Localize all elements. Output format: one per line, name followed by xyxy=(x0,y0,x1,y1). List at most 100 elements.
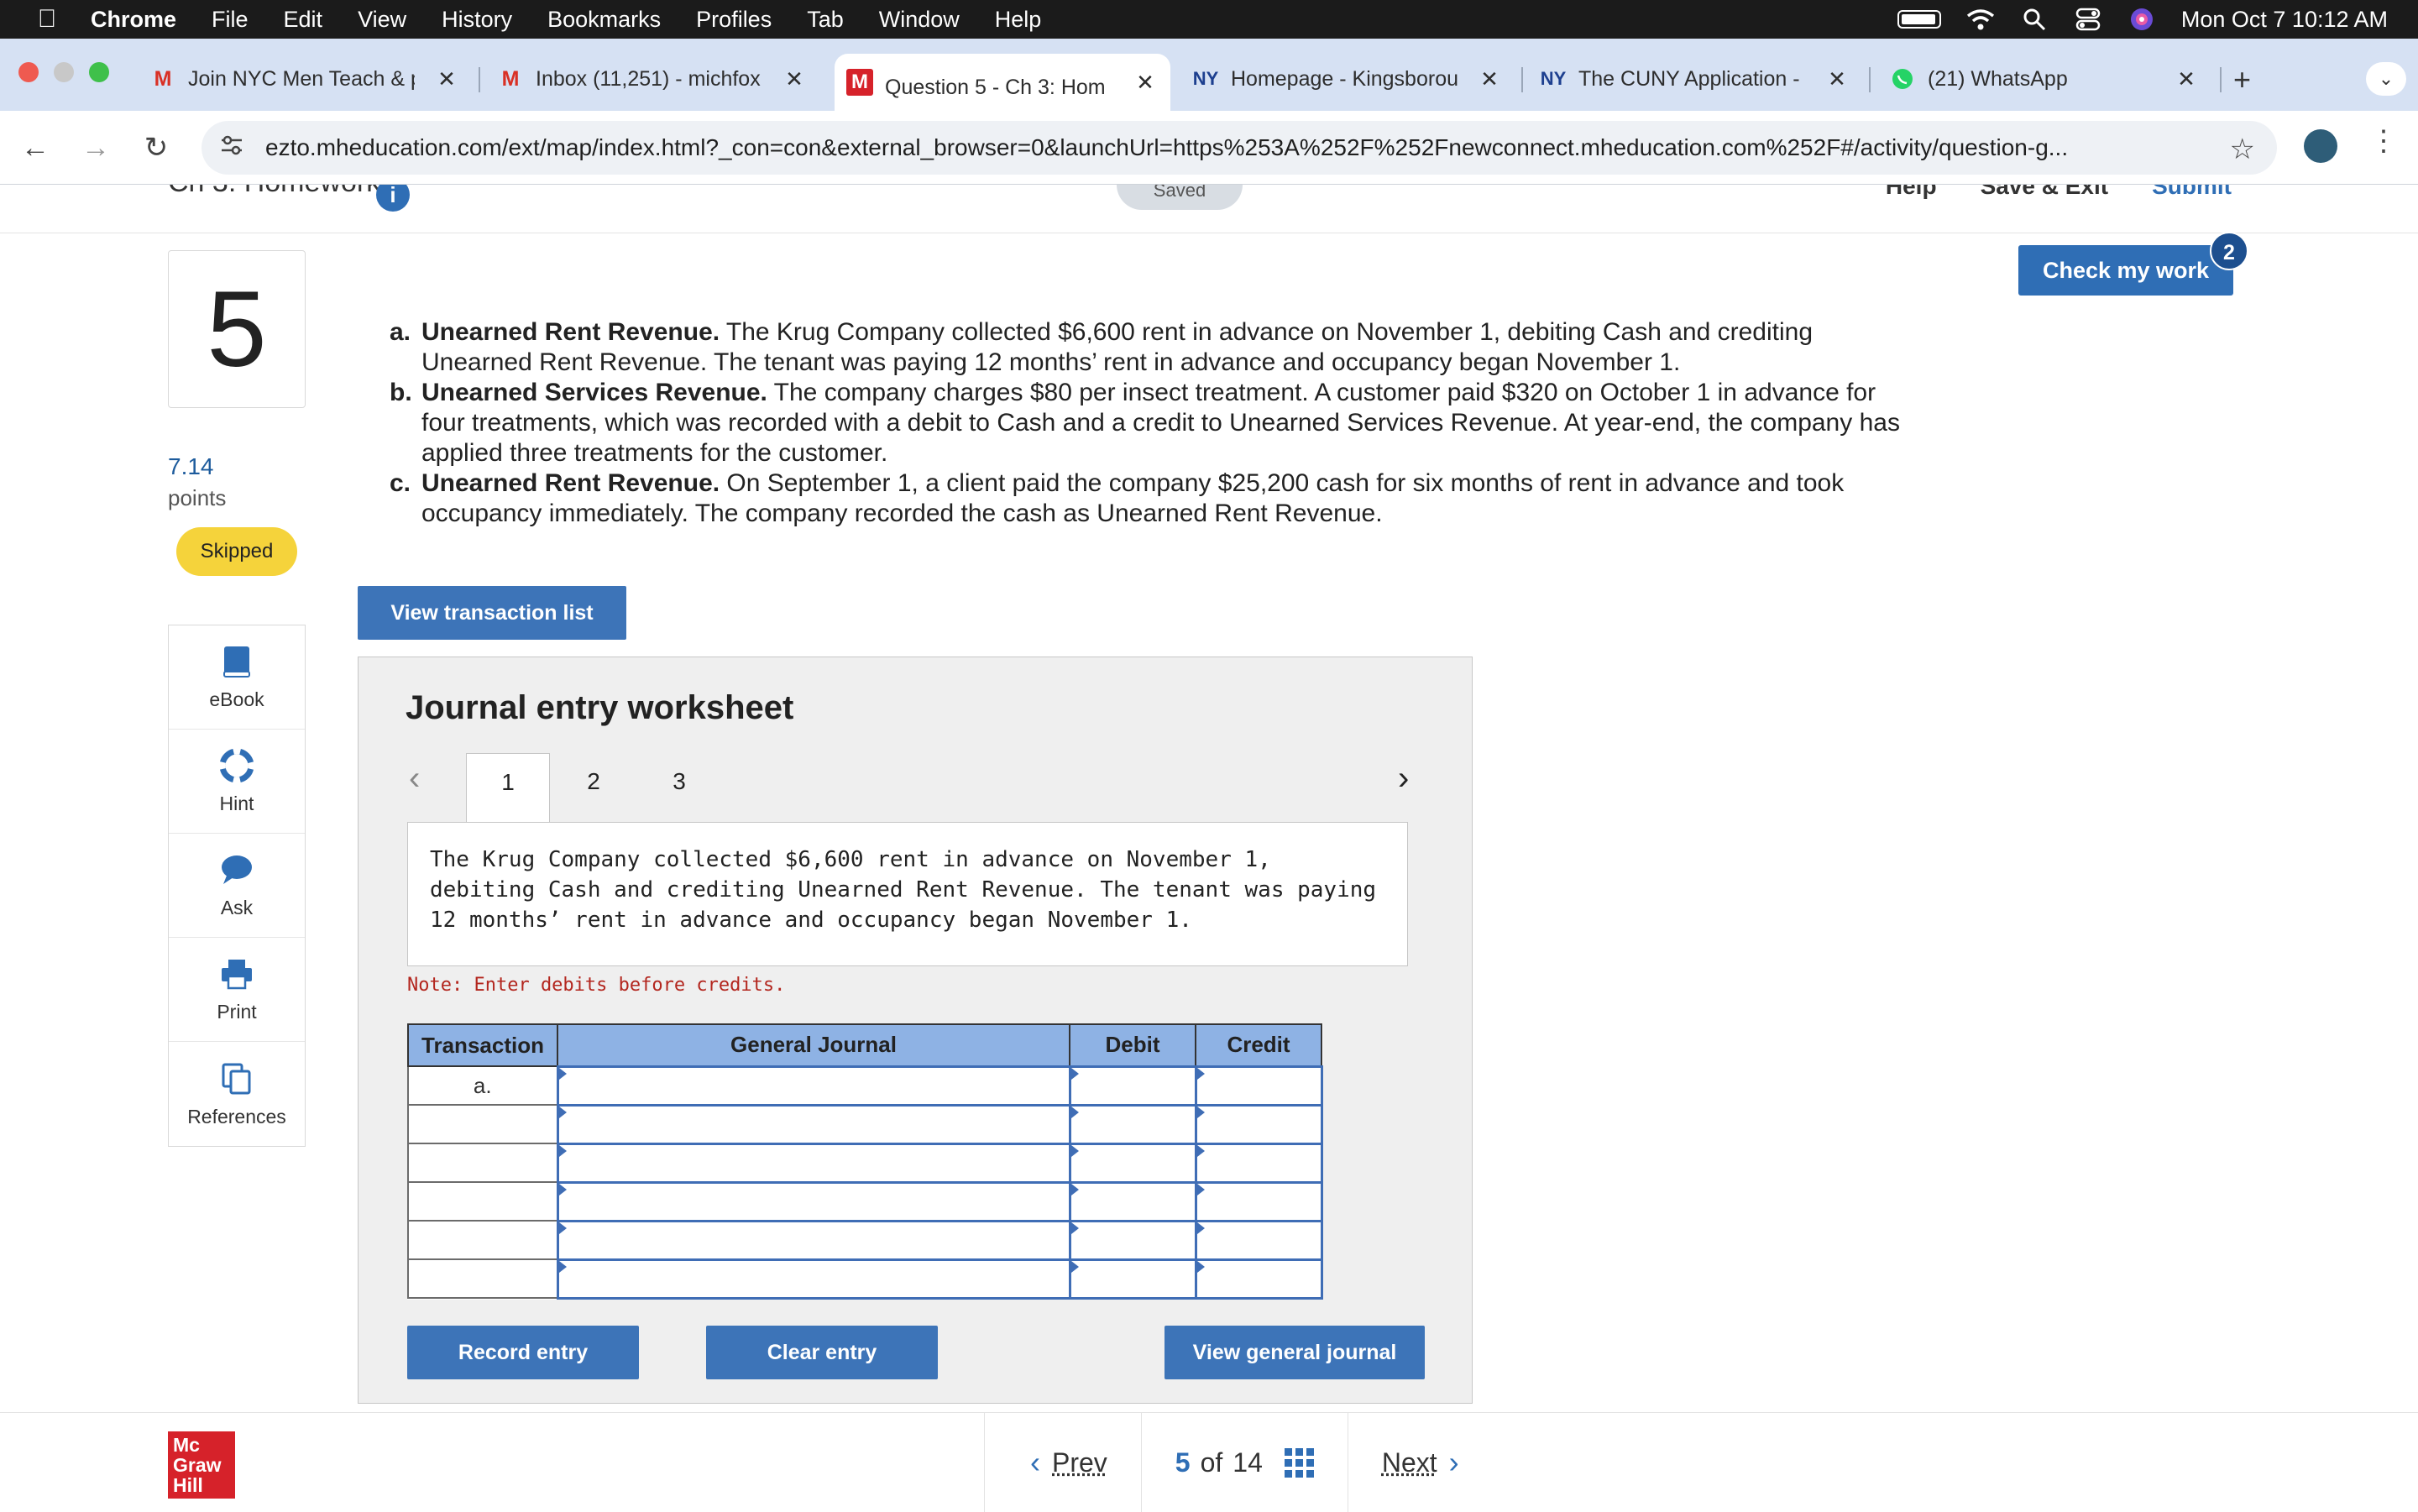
question-item-c: c. Unearned Rent Revenue. On September 1… xyxy=(390,468,1918,529)
help-link[interactable]: Help xyxy=(1886,185,1937,200)
credit-input[interactable] xyxy=(1194,1180,1323,1222)
close-tab-icon[interactable]: ✕ xyxy=(1476,65,1503,92)
menu-bar-clock[interactable]: Mon Oct 7 10:12 AM xyxy=(2181,7,2388,33)
account-input[interactable] xyxy=(556,1103,1071,1145)
next-button[interactable]: Next › xyxy=(1348,1413,1505,1512)
close-window-button[interactable] xyxy=(18,62,39,82)
account-input[interactable] xyxy=(556,1065,1071,1107)
control-center-icon[interactable] xyxy=(2074,5,2102,34)
spotlight-search-icon[interactable] xyxy=(2020,5,2049,34)
submit-link[interactable]: Submit xyxy=(2152,185,2232,200)
reload-icon[interactable]: ↻ xyxy=(136,128,176,168)
new-tab-button[interactable]: + xyxy=(2233,62,2251,97)
record-entry-button[interactable]: Record entry xyxy=(407,1326,639,1379)
menu-view[interactable]: View xyxy=(358,7,406,33)
transaction-cell xyxy=(407,1143,558,1183)
account-input[interactable] xyxy=(556,1142,1071,1184)
worksheet-tab-2[interactable]: 2 xyxy=(552,753,636,824)
worksheet-tab-1[interactable]: 1 xyxy=(466,753,550,825)
debit-input[interactable] xyxy=(1068,1065,1197,1107)
view-general-journal-button[interactable]: View general journal xyxy=(1165,1326,1425,1379)
worksheet-next-chevron-right-icon[interactable]: › xyxy=(1398,760,1409,798)
menu-bookmarks[interactable]: Bookmarks xyxy=(547,7,661,33)
debit-input[interactable] xyxy=(1068,1180,1197,1222)
battery-icon[interactable] xyxy=(1897,10,1941,29)
close-tab-icon[interactable]: ✕ xyxy=(1132,69,1159,96)
credit-input[interactable] xyxy=(1194,1258,1323,1300)
menu-edit[interactable]: Edit xyxy=(284,7,323,33)
browser-tab-whatsapp[interactable]: (21) WhatsApp ✕ xyxy=(1889,55,2200,102)
browser-tab-question-5[interactable]: M Question 5 - Ch 3: Hom ✕ xyxy=(835,54,1170,111)
menu-app-name[interactable]: Chrome xyxy=(91,7,176,33)
total-questions: 14 xyxy=(1233,1447,1263,1478)
close-tab-icon[interactable]: ✕ xyxy=(781,65,808,92)
back-arrow-icon[interactable]: ← xyxy=(15,128,55,168)
wifi-icon[interactable] xyxy=(1966,5,1995,34)
printer-icon xyxy=(218,955,255,992)
chrome-menu-icon[interactable]: ⋮ xyxy=(2369,124,2398,158)
close-tab-icon[interactable]: ✕ xyxy=(1824,65,1850,92)
menu-file[interactable]: File xyxy=(212,7,249,33)
info-icon[interactable]: i xyxy=(376,185,410,212)
hint-label: Hint xyxy=(219,793,254,814)
print-tool[interactable]: Print xyxy=(169,938,305,1042)
chevron-right-icon: › xyxy=(1448,1445,1459,1479)
debit-input[interactable] xyxy=(1068,1142,1197,1184)
worksheet-tab-3[interactable]: 3 xyxy=(637,753,721,824)
worksheet-prev-chevron-left-icon[interactable]: ‹ xyxy=(409,760,420,798)
browser-tab-nyc-men-teach[interactable]: M Join NYC Men Teach & p ✕ xyxy=(149,55,460,102)
view-transaction-list-button[interactable]: View transaction list xyxy=(358,586,626,640)
worksheet-note: Note: Enter debits before credits. xyxy=(407,975,786,996)
account-input[interactable] xyxy=(556,1219,1071,1261)
close-tab-icon[interactable]: ✕ xyxy=(2173,65,2200,92)
credit-input[interactable] xyxy=(1194,1065,1323,1107)
close-tab-icon[interactable]: ✕ xyxy=(433,65,460,92)
menu-window[interactable]: Window xyxy=(879,7,960,33)
gmail-icon: M xyxy=(154,66,172,91)
profile-avatar[interactable] xyxy=(2304,129,2337,163)
tab-title: The CUNY Application - xyxy=(1578,66,1800,91)
window-controls xyxy=(18,62,109,82)
credit-input[interactable] xyxy=(1194,1142,1323,1184)
transaction-cell xyxy=(407,1258,558,1299)
browser-tab-cuny-application[interactable]: NY The CUNY Application - ✕ xyxy=(1540,55,1850,102)
menu-tab[interactable]: Tab xyxy=(807,7,844,33)
debit-input[interactable] xyxy=(1068,1258,1197,1300)
chevron-left-icon: ‹ xyxy=(1030,1445,1040,1479)
tab-title: Inbox (11,251) - michfox xyxy=(536,66,761,91)
ask-tool[interactable]: Ask xyxy=(169,834,305,938)
minimize-window-button[interactable] xyxy=(54,62,74,82)
debit-input[interactable] xyxy=(1068,1103,1197,1145)
check-my-work-button[interactable]: Check my work xyxy=(2018,245,2233,296)
references-tool[interactable]: References xyxy=(169,1042,305,1146)
hint-tool[interactable]: Hint xyxy=(169,730,305,834)
prev-button[interactable]: ‹ Prev xyxy=(985,1413,1141,1512)
clear-entry-button[interactable]: Clear entry xyxy=(706,1326,938,1379)
account-input[interactable] xyxy=(556,1258,1071,1300)
bookmark-star-icon[interactable]: ☆ xyxy=(2230,133,2255,166)
question-number: 5 xyxy=(168,250,306,408)
site-settings-icon[interactable] xyxy=(220,135,249,161)
journal-entry-table: Transaction General Journal Debit Credit… xyxy=(407,1023,1323,1300)
zoom-window-button[interactable] xyxy=(89,62,109,82)
transaction-cell xyxy=(407,1104,558,1144)
tab-search-chevron-down-icon[interactable]: ⌄ xyxy=(2366,62,2406,96)
save-exit-link[interactable]: Save & Exit xyxy=(1981,185,2109,200)
apple-menu-icon[interactable]:  xyxy=(32,5,62,34)
credit-input[interactable] xyxy=(1194,1219,1323,1261)
credit-input[interactable] xyxy=(1194,1103,1323,1145)
siri-icon[interactable] xyxy=(2128,5,2156,34)
debit-input[interactable] xyxy=(1068,1219,1197,1261)
forward-arrow-icon[interactable]: → xyxy=(76,128,116,168)
cuny-icon: NY xyxy=(1540,68,1567,89)
menu-history[interactable]: History xyxy=(442,7,512,33)
browser-tab-gmail-inbox[interactable]: M Inbox (11,251) - michfox ✕ xyxy=(497,55,808,102)
browser-tab-kingsborough[interactable]: NY Homepage - Kingsborou ✕ xyxy=(1192,55,1503,102)
ebook-tool[interactable]: eBook xyxy=(169,625,305,730)
menu-help[interactable]: Help xyxy=(995,7,1042,33)
question-position[interactable]: 5 of 14 xyxy=(1142,1413,1348,1512)
url-text: ezto.mheducation.com/ext/map/index.html?… xyxy=(265,134,2069,160)
menu-profiles[interactable]: Profiles xyxy=(696,7,772,33)
address-bar[interactable]: ezto.mheducation.com/ext/map/index.html?… xyxy=(202,121,2277,175)
account-input[interactable] xyxy=(556,1180,1071,1222)
